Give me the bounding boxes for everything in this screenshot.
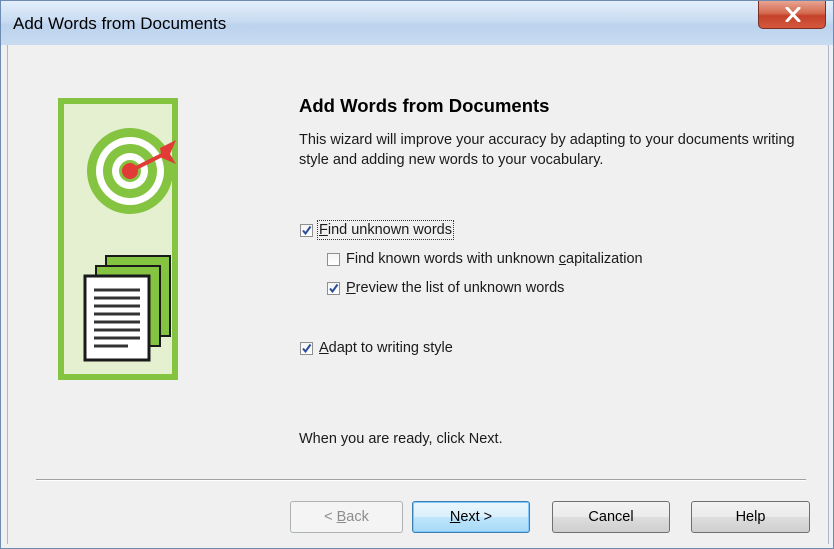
wizard-heading: Add Words from Documents [299,95,550,116]
button-label: < [324,509,337,525]
label-text: Find known words with unknown [346,251,559,267]
checkbox-box[interactable] [327,252,340,266]
accelerator-key: F [319,222,328,238]
checkmark-icon [302,343,312,353]
button-label: ack [346,509,369,525]
next-button[interactable]: Next > [412,501,530,533]
adapt-style-label: Adapt to writing style [319,340,453,356]
close-icon [785,7,801,22]
dialog-window: Add Words from Documents Add Words from … [0,0,834,549]
label-text: dapt to writing style [328,340,453,356]
back-button[interactable]: < Back [290,501,403,533]
ready-instruction: When you are ready, click Next. [299,431,503,447]
find-unknown-words-checkbox[interactable]: Find unknown words [300,220,454,240]
divider [36,479,806,481]
checkbox-box[interactable] [300,223,313,237]
label-text: apitalization [566,251,643,267]
wizard-description: This wizard will improve your accuracy b… [299,132,795,168]
checkbox-box[interactable] [300,341,313,355]
target-and-documents-icon [58,98,178,380]
title-bar[interactable]: Add Words from Documents [1,1,833,45]
accelerator-key: c [558,251,567,267]
cancel-button[interactable]: Cancel [552,501,670,533]
button-label: ext > [460,509,493,525]
wizard-body: Add Words from Documents This wizard wil… [7,45,829,544]
accelerator-key: N [449,509,461,525]
label-text: review the list of unknown words [355,280,565,296]
label-text: ind unknown words [327,222,452,238]
adapt-style-checkbox[interactable]: Adapt to writing style [300,340,453,356]
close-button[interactable] [758,1,826,29]
preview-list-checkbox[interactable]: Preview the list of unknown words [327,280,564,296]
window-title: Add Words from Documents [13,14,227,33]
find-unknown-words-label: Find unknown words [317,220,454,240]
find-capitalization-checkbox[interactable]: Find known words with unknown capitaliza… [327,251,643,267]
accelerator-key: P [346,280,356,296]
accelerator-key: B [336,509,347,525]
help-button[interactable]: Help [691,501,810,533]
checkmark-icon [329,283,339,293]
find-capitalization-label: Find known words with unknown capitaliza… [346,251,643,267]
checkmark-icon [302,225,312,235]
preview-list-label: Preview the list of unknown words [346,280,564,296]
accelerator-key: A [319,340,329,356]
checkbox-box[interactable] [327,281,340,295]
